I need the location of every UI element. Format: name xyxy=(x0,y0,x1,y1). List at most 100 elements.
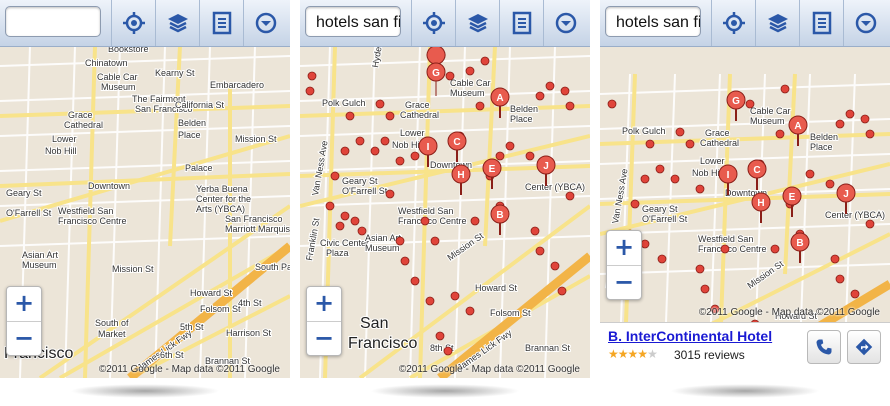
map-view[interactable]: Hyde St Cable CarMuseum Polk Gulch Grace … xyxy=(300,46,590,378)
svg-text:Westfield San: Westfield San xyxy=(58,206,113,216)
zoom-in-button[interactable]: + xyxy=(7,287,41,322)
svg-text:South Park: South Park xyxy=(255,262,290,272)
svg-text:South of: South of xyxy=(95,318,129,328)
menu-dropdown-icon xyxy=(555,12,577,34)
my-location-button[interactable] xyxy=(411,0,456,46)
star-filled-icon: ★ xyxy=(637,347,648,361)
map-view[interactable]: BookstoreChinatown Cable CarMuseum Kearn… xyxy=(0,46,290,378)
svg-text:Embarcadero: Embarcadero xyxy=(210,80,264,90)
zoom-out-button[interactable]: − xyxy=(307,322,341,356)
svg-text:H: H xyxy=(457,170,464,181)
svg-text:B: B xyxy=(496,210,503,221)
svg-text:Polk Gulch: Polk Gulch xyxy=(622,126,666,136)
svg-text:Place: Place xyxy=(178,130,201,140)
layers-button[interactable] xyxy=(155,0,200,46)
svg-text:4th St: 4th St xyxy=(238,298,262,308)
result-info-panel: B. InterContinental Hotel ★★★★★ 3015 rev… xyxy=(600,322,890,378)
svg-text:Geary St: Geary St xyxy=(6,188,42,198)
svg-text:Museum: Museum xyxy=(101,82,136,92)
my-location-button[interactable] xyxy=(111,0,156,46)
svg-text:Lower: Lower xyxy=(52,134,77,144)
svg-text:G: G xyxy=(432,68,440,79)
svg-text:Belden: Belden xyxy=(510,104,538,114)
svg-text:Center for the: Center for the xyxy=(196,194,251,204)
svg-text:O'Farrell St: O'Farrell St xyxy=(642,214,688,224)
svg-text:Westfield San: Westfield San xyxy=(698,234,753,244)
svg-text:O'Farrell St: O'Farrell St xyxy=(342,186,388,196)
search-input[interactable]: hotels san fi xyxy=(605,6,701,37)
svg-text:Center (YBCA): Center (YBCA) xyxy=(825,210,885,220)
svg-text:Howard St: Howard St xyxy=(190,288,233,298)
svg-text:Asian Art: Asian Art xyxy=(22,250,59,260)
svg-text:Museum: Museum xyxy=(365,243,400,253)
menu-dropdown-button[interactable] xyxy=(843,0,888,46)
map-credit: ©2011 Google - Map data ©2011 Google xyxy=(698,307,880,318)
my-location-icon xyxy=(123,12,145,34)
svg-text:Center (YBCA): Center (YBCA) xyxy=(525,182,585,192)
svg-text:Place: Place xyxy=(810,142,833,152)
search-input[interactable]: hotels san fi xyxy=(305,6,401,37)
search-input[interactable] xyxy=(5,6,101,37)
phone-icon xyxy=(816,339,832,355)
svg-text:Chinatown: Chinatown xyxy=(85,58,128,68)
list-button[interactable] xyxy=(499,0,544,46)
zoom-out-button[interactable]: − xyxy=(7,322,41,356)
svg-text:Belden: Belden xyxy=(178,118,206,128)
svg-text:B: B xyxy=(796,238,803,249)
my-location-icon xyxy=(723,12,745,34)
svg-text:Cathedral: Cathedral xyxy=(700,138,739,148)
zoom-in-button[interactable]: + xyxy=(607,231,641,266)
svg-text:C: C xyxy=(753,165,760,176)
svg-text:Museum: Museum xyxy=(22,260,57,270)
svg-text:Place: Place xyxy=(510,114,533,124)
star-filled-icon: ★ xyxy=(608,347,619,361)
svg-text:Nob Hill: Nob Hill xyxy=(45,146,77,156)
svg-text:Grace: Grace xyxy=(68,110,93,120)
svg-text:Cathedral: Cathedral xyxy=(64,120,103,130)
svg-text:San Francisco: San Francisco xyxy=(225,214,283,224)
svg-text:Downtown: Downtown xyxy=(88,181,130,191)
phone-screen-hotel-detail: Cable Car Museum Polk Gulch Grace Cathedra… xyxy=(600,0,890,378)
directions-button[interactable] xyxy=(847,330,881,364)
layers-icon xyxy=(168,14,188,33)
svg-text:A: A xyxy=(794,121,801,132)
my-location-button[interactable] xyxy=(711,0,756,46)
toolbar xyxy=(0,0,290,47)
menu-dropdown-icon xyxy=(255,12,277,34)
svg-text:Francisco Centre: Francisco Centre xyxy=(698,244,767,254)
svg-text:E: E xyxy=(789,192,796,203)
zoom-out-button[interactable]: − xyxy=(607,266,641,300)
svg-text:Cathedral: Cathedral xyxy=(400,110,439,120)
svg-text:Yerba Buena: Yerba Buena xyxy=(196,184,248,194)
svg-text:C: C xyxy=(453,137,460,148)
layers-button[interactable] xyxy=(755,0,800,46)
hotel-name-link[interactable]: B. InterContinental Hotel xyxy=(608,328,772,344)
svg-text:A: A xyxy=(496,93,503,104)
menu-dropdown-button[interactable] xyxy=(543,0,588,46)
star-filled-icon: ★ xyxy=(617,347,629,361)
menu-dropdown-button[interactable] xyxy=(243,0,288,46)
call-button[interactable] xyxy=(807,330,841,364)
svg-text:Cable Car: Cable Car xyxy=(750,106,791,116)
svg-text:E: E xyxy=(489,164,496,175)
zoom-in-button[interactable]: + xyxy=(307,287,341,322)
list-button[interactable] xyxy=(199,0,244,46)
star-rating: ★★★★★ xyxy=(608,347,658,361)
svg-text:Mission St: Mission St xyxy=(235,134,277,144)
svg-text:H: H xyxy=(757,198,764,209)
svg-text:Folsom St: Folsom St xyxy=(490,308,531,318)
toolbar: hotels san fi xyxy=(300,0,590,47)
svg-text:Francisco: Francisco xyxy=(348,335,417,352)
my-location-icon xyxy=(423,12,445,34)
layers-button[interactable] xyxy=(455,0,500,46)
svg-text:6th St: 6th St xyxy=(160,350,184,360)
svg-text:Arts (YBCA): Arts (YBCA) xyxy=(196,204,245,214)
svg-text:Marriott Marquis: Marriott Marquis xyxy=(225,224,290,234)
svg-text:Geary St: Geary St xyxy=(342,176,378,186)
svg-text:Folsom St: Folsom St xyxy=(200,304,241,314)
layers-icon xyxy=(768,14,788,33)
zoom-control: + − xyxy=(306,286,342,356)
list-button[interactable] xyxy=(799,0,844,46)
svg-text:San: San xyxy=(360,315,388,332)
menu-dropdown-icon xyxy=(855,12,877,34)
